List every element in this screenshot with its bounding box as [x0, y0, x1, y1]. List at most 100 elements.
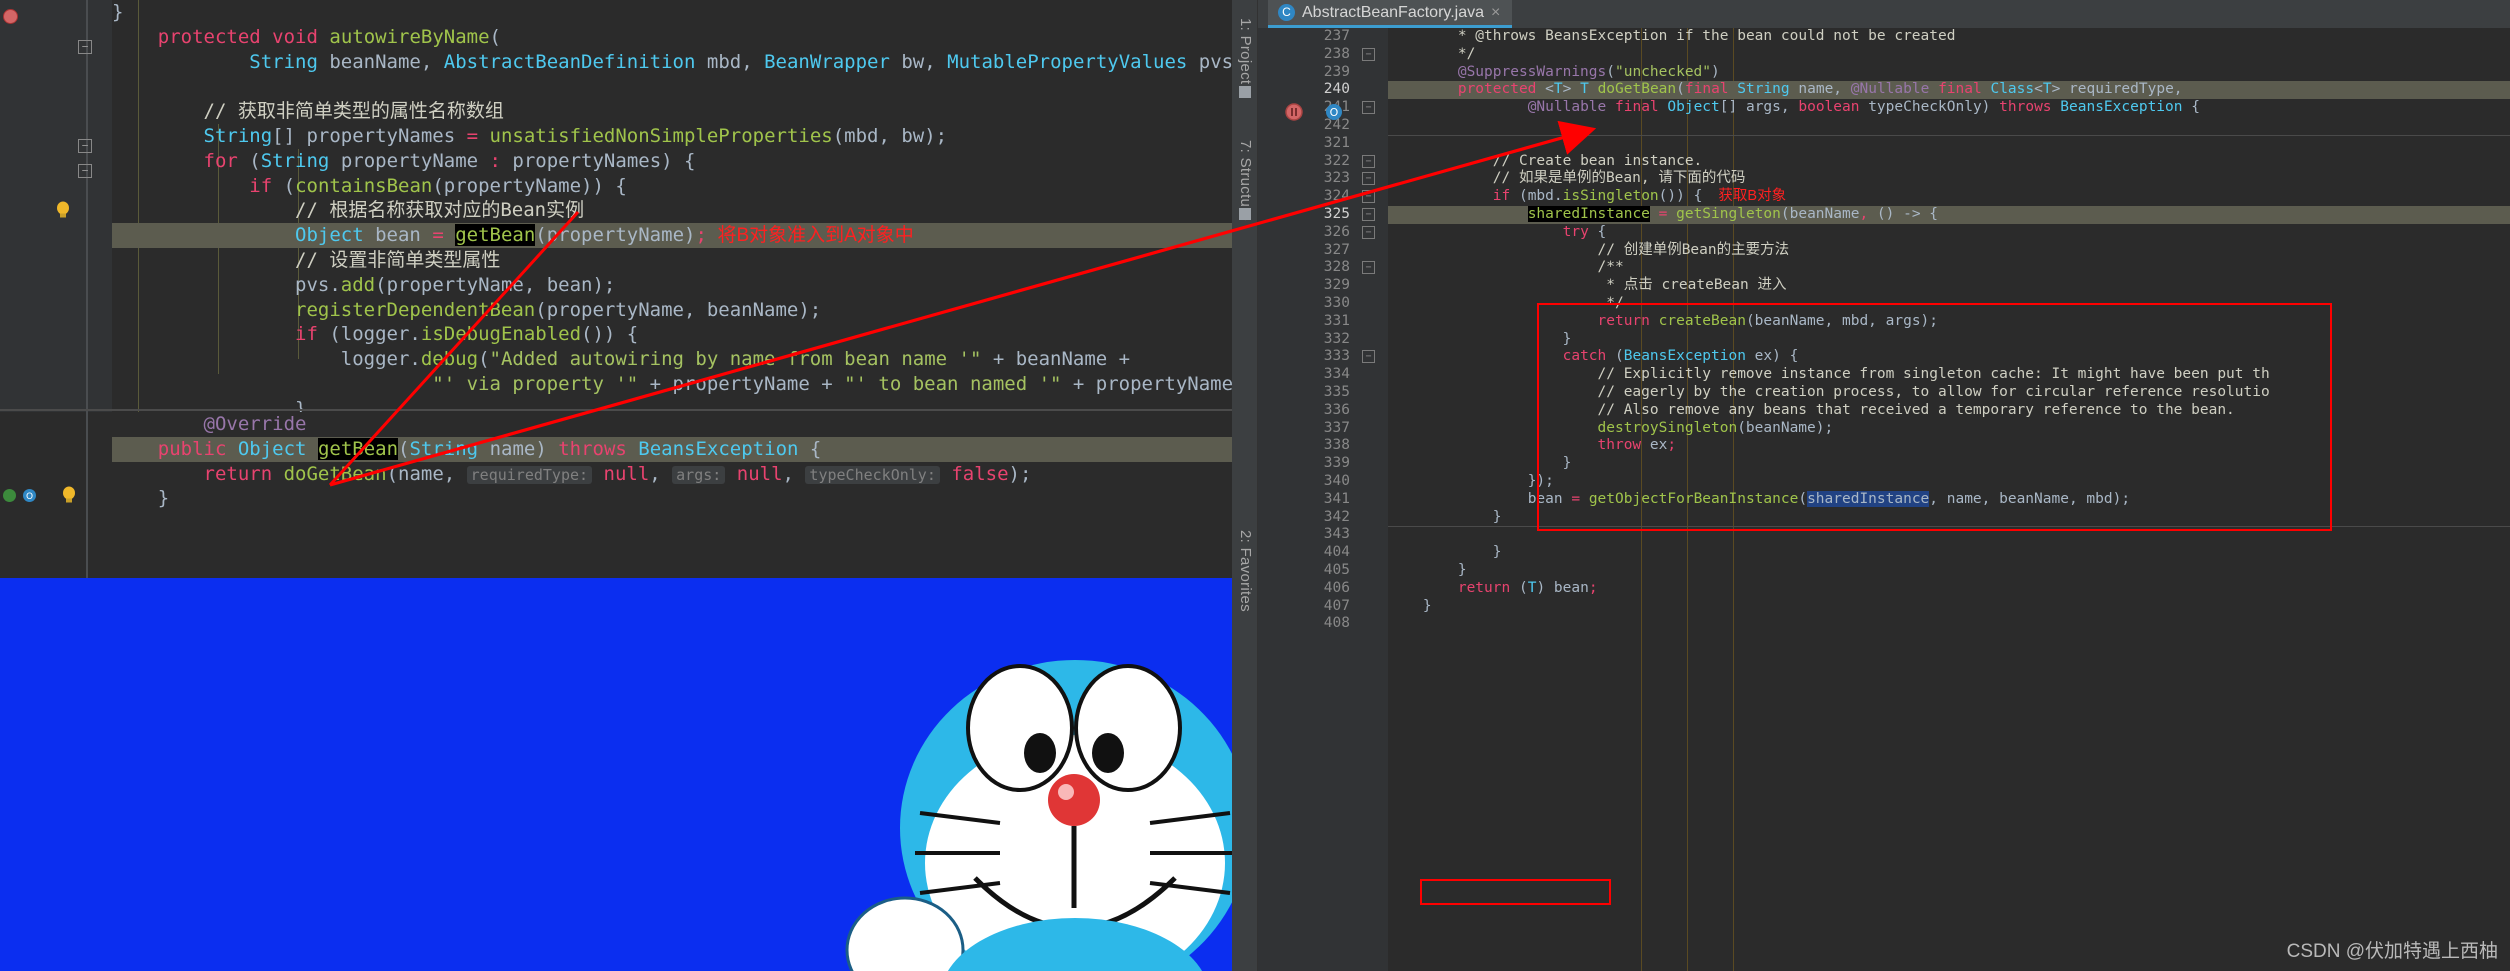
code-line[interactable]: });: [1388, 473, 2510, 491]
editor-tab-bar[interactable]: C AbstractBeanFactory.java ×: [1258, 0, 2510, 28]
code-line[interactable]: return (T) bean;: [1388, 580, 2510, 598]
code-line[interactable]: /**: [1388, 259, 2510, 277]
code-line[interactable]: // 获取非简单类型的属性名称数组: [112, 99, 1232, 124]
code-line[interactable]: // Explicitly remove instance from singl…: [1388, 366, 2510, 384]
code-line[interactable]: // 设置非简单类型属性: [112, 248, 1232, 273]
code-line[interactable]: @Override: [112, 412, 1232, 437]
code-line[interactable]: }: [1388, 509, 2510, 527]
code-line[interactable]: @SuppressWarnings("unchecked"): [1388, 64, 2510, 82]
code-line[interactable]: [1388, 615, 2510, 633]
code-line[interactable]: // 创建单例Bean的主要方法: [1388, 242, 2510, 260]
code-line[interactable]: [1388, 526, 2510, 544]
fold-marker[interactable]: −: [1362, 261, 1375, 275]
code-token: (propertyName, beanName);: [535, 298, 822, 321]
fold-marker[interactable]: −: [1362, 47, 1375, 61]
code-line[interactable]: @Nullable final Object[] args, boolean t…: [1388, 99, 2510, 117]
code-token: String: [409, 437, 479, 460]
code-line[interactable]: [1388, 134, 2510, 153]
code-line[interactable]: Object bean = getBean(propertyName); 将B对…: [112, 223, 1232, 248]
tool-window-strip[interactable]: 1: Project 7: Structure 2: Favorites: [1232, 0, 1258, 971]
code-token: throw: [1597, 437, 1642, 454]
fold-marker[interactable]: −: [1362, 225, 1375, 239]
code-line[interactable]: [112, 74, 1232, 99]
code-line[interactable]: pvs.add(propertyName, bean);: [112, 273, 1232, 298]
code-line[interactable]: */: [1388, 46, 2510, 64]
fold-marker[interactable]: −: [1362, 190, 1375, 204]
tool-window-favorites[interactable]: 2: Favorites: [1237, 530, 1254, 612]
structure-icon[interactable]: [1239, 208, 1251, 220]
code-line[interactable]: [1388, 117, 2510, 135]
code-line[interactable]: // eagerly by the creation process, to a…: [1388, 384, 2510, 402]
svg-text:O: O: [26, 492, 33, 502]
code-line[interactable]: protected <T> T doGetBean(final String n…: [1388, 81, 2510, 100]
code-token: bean: [363, 224, 433, 247]
code-line[interactable]: }: [1388, 331, 2510, 349]
fold-marker[interactable]: −: [1362, 350, 1375, 364]
code-line[interactable]: try {: [1388, 224, 2510, 242]
left-editor-code-2[interactable]: @Override public Object getBean(String n…: [112, 412, 1232, 578]
breakpoint-icon[interactable]: [1285, 103, 1303, 121]
code-line[interactable]: catch (BeansException ex) {: [1388, 348, 2510, 366]
code-token: <: [2034, 81, 2043, 98]
right-editor-pane[interactable]: 1: Project 7: Structure 2: Favorites C A…: [1232, 0, 2510, 971]
editor-split-divider[interactable]: [0, 409, 1232, 411]
intention-bulb-icon[interactable]: [56, 201, 70, 219]
breakpoint-icon[interactable]: [3, 9, 18, 24]
left-editor-pane-lower[interactable]: O @Override public Object getBean(String…: [0, 412, 1232, 578]
code-line[interactable]: return createBean(beanName, mbd, args);: [1388, 313, 2510, 331]
code-line[interactable]: "' via property '" + propertyName + "' t…: [112, 372, 1232, 397]
fold-marker[interactable]: −: [78, 164, 92, 178]
run-gutter-icon[interactable]: [2, 488, 17, 503]
code-line[interactable]: }: [1388, 562, 2510, 580]
code-line[interactable]: if (containsBean(propertyName)) {: [112, 174, 1232, 199]
code-token: (: [398, 437, 410, 460]
fold-marker[interactable]: −: [78, 139, 92, 153]
code-line[interactable]: */: [1388, 295, 2510, 313]
code-token: (: [1798, 490, 1808, 507]
code-line[interactable]: logger.debug("Added autowiring by name f…: [112, 347, 1232, 372]
code-line[interactable]: }: [1388, 598, 2510, 616]
code-line[interactable]: throw ex;: [1388, 437, 2510, 455]
code-line[interactable]: if (logger.isDebugEnabled()) {: [112, 322, 1232, 347]
right-editor-code[interactable]: * @throws BeansException if the bean cou…: [1388, 28, 2510, 971]
code-token: getObjectForBeanInstance: [1588, 490, 1799, 507]
code-line[interactable]: public Object getBean(String name) throw…: [112, 436, 1232, 462]
code-line[interactable]: String[] propertyNames = unsatisfiedNonS…: [112, 124, 1232, 149]
code-line[interactable]: // 如果是单例的Bean, 请下面的代码: [1388, 170, 2510, 188]
code-line[interactable]: // 根据名称获取对应的Bean实例: [112, 198, 1232, 223]
intention-bulb-icon[interactable]: [62, 486, 76, 504]
code-line[interactable]: }: [112, 486, 1232, 511]
code-line[interactable]: // Also remove any beans that received a…: [1388, 402, 2510, 420]
code-line[interactable]: protected void autowireByName(: [112, 25, 1232, 50]
fold-marker[interactable]: −: [1362, 154, 1375, 168]
tool-window-project[interactable]: 1: Project: [1237, 18, 1254, 84]
code-line[interactable]: // Create bean instance.: [1388, 153, 2510, 171]
code-line[interactable]: }: [1388, 544, 2510, 562]
fold-marker[interactable]: −: [78, 40, 92, 54]
code-line[interactable]: String beanName, AbstractBeanDefinition …: [112, 50, 1232, 75]
code-line[interactable]: sharedInstance = getSingleton(beanName, …: [1388, 205, 2510, 224]
code-line[interactable]: bean = getObjectForBeanInstance(sharedIn…: [1388, 490, 2510, 509]
code-line[interactable]: }: [1388, 455, 2510, 473]
fold-marker[interactable]: −: [1362, 208, 1375, 221]
code-line[interactable]: destroySingleton(beanName);: [1388, 420, 2510, 438]
code-line[interactable]: }: [112, 0, 1232, 25]
fold-marker[interactable]: −: [1362, 101, 1375, 115]
code-line[interactable]: return doGetBean(name, requiredType: nul…: [112, 462, 1232, 487]
tab-abstractbeanfactory[interactable]: C AbstractBeanFactory.java ×: [1268, 0, 1513, 28]
fold-marker[interactable]: −: [1362, 172, 1375, 186]
close-icon[interactable]: ×: [1491, 4, 1500, 22]
code-line[interactable]: * @throws BeansException if the bean cou…: [1388, 28, 2510, 46]
code-token: @Nullable: [1527, 99, 1607, 116]
code-line[interactable]: * 点击 createBean 进入: [1388, 277, 2510, 295]
override-method-icon[interactable]: O: [1325, 103, 1343, 121]
code-line[interactable]: registerDependentBean(propertyName, bean…: [112, 298, 1232, 323]
override-method-icon[interactable]: O: [22, 488, 37, 503]
code-line[interactable]: if (mbd.isSingleton()) { 获取B对象: [1388, 188, 2510, 206]
project-files-icon[interactable]: [1239, 86, 1251, 98]
code-line[interactable]: for (String propertyName : propertyNames…: [112, 149, 1232, 174]
